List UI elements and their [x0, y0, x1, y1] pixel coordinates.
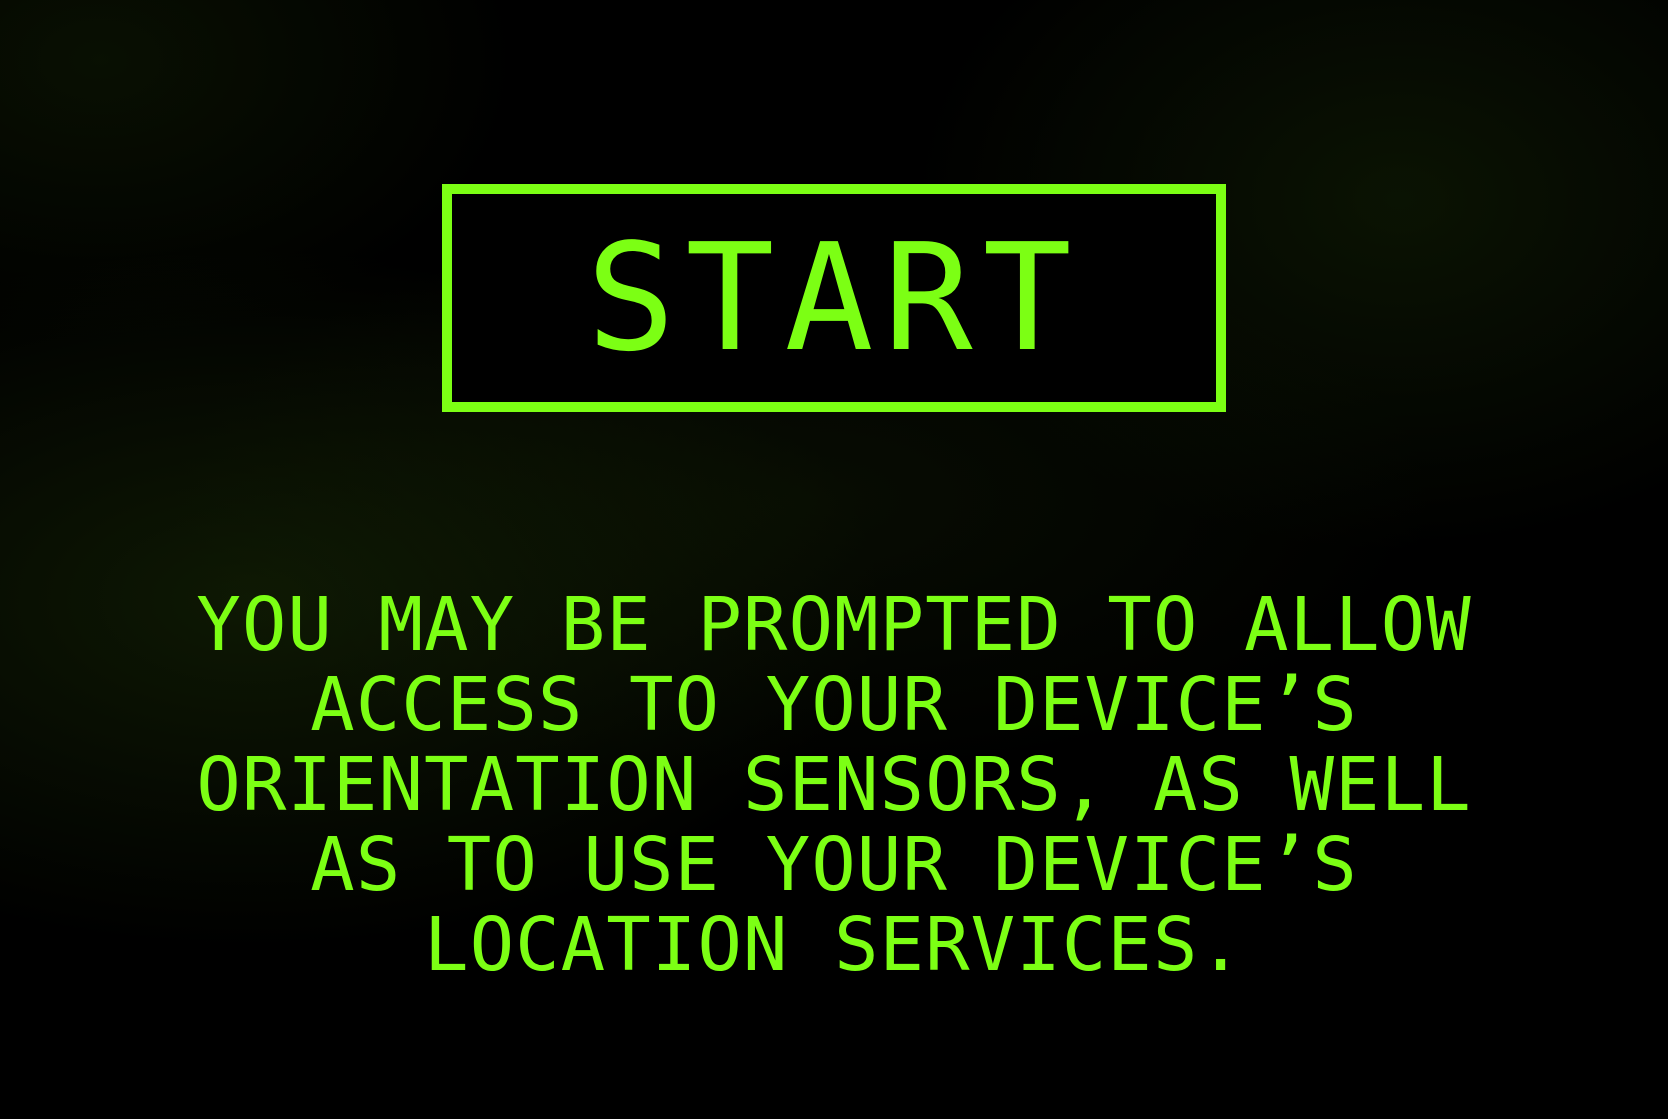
notice-line: ACCESS TO YOUR DEVICE’S — [310, 662, 1358, 748]
permission-notice: YOU MAY BE PROMPTED TO ALLOW ACCESS TO Y… — [150, 585, 1518, 985]
start-screen: START YOU MAY BE PROMPTED TO ALLOW ACCES… — [0, 0, 1668, 1119]
notice-line: YOU MAY BE PROMPTED TO ALLOW — [196, 582, 1472, 668]
notice-line: LOCATION SERVICES. — [424, 902, 1244, 988]
notice-line: AS TO USE YOUR DEVICE’S — [310, 822, 1358, 908]
start-button[interactable]: START — [442, 184, 1226, 412]
start-button-label: START — [586, 212, 1082, 384]
notice-line: ORIENTATION SENSORS, AS WELL — [196, 742, 1472, 828]
